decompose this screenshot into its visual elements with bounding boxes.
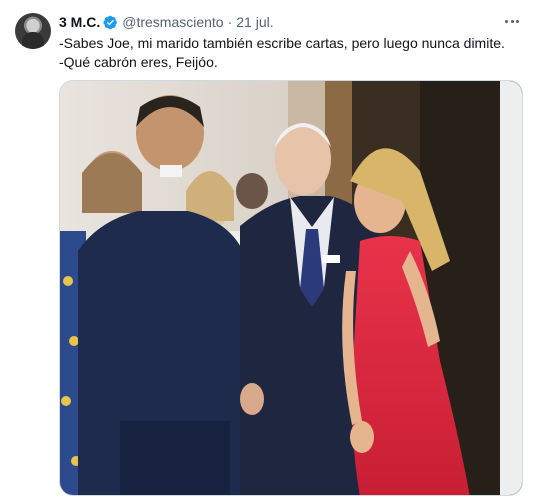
tweet-text-line: -Qué cabrón eres, Feijóo. <box>59 54 218 70</box>
avatar-face <box>27 19 39 33</box>
tweet-photo[interactable] <box>59 80 523 496</box>
photo-illustration <box>60 81 522 495</box>
avatar[interactable] <box>15 13 51 49</box>
avatar-bust <box>22 32 44 49</box>
tweet-header: 3 M.C. @tresmasciento · 21 jul. <box>59 13 524 31</box>
verified-badge-icon <box>103 15 118 29</box>
more-dot <box>505 19 509 23</box>
tweet-text: -Sabes Joe, mi marido también escribe ca… <box>59 34 527 72</box>
more-dot <box>515 19 519 23</box>
tweet-text-line: -Sabes Joe, mi marido también escribe ca… <box>59 35 505 51</box>
display-name[interactable]: 3 M.C. <box>59 13 100 31</box>
tweet-date[interactable]: 21 jul. <box>236 13 273 31</box>
user-handle[interactable]: @tresmasciento <box>122 13 223 31</box>
tweet: 3 M.C. @tresmasciento · 21 jul. -Sabes J… <box>0 0 538 502</box>
separator-dot: · <box>227 14 233 30</box>
more-dot <box>510 19 514 23</box>
more-options-icon[interactable] <box>502 12 522 30</box>
